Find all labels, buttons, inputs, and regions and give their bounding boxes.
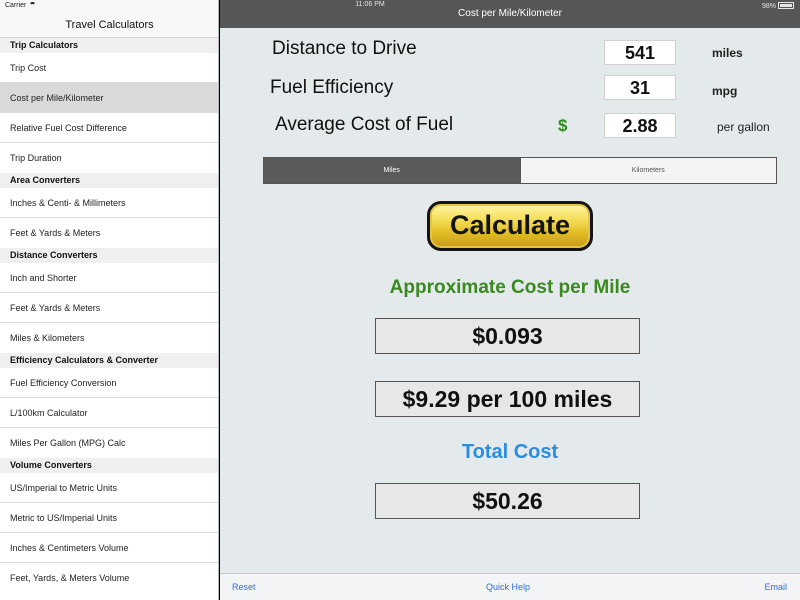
fuel-cost-unit: per gallon [717, 120, 770, 134]
carrier-label: Carrier [5, 1, 37, 11]
section-header-area: Area Converters [0, 173, 218, 188]
sidebar-item-us-to-metric[interactable]: US/Imperial to Metric Units [0, 473, 218, 503]
sidebar-item-relative-fuel-cost[interactable]: Relative Fuel Cost Difference [0, 113, 218, 143]
reset-button[interactable]: Reset [232, 582, 256, 592]
section-header-volume: Volume Converters [0, 458, 218, 473]
total-cost-heading: Total Cost [461, 441, 559, 463]
sidebar-item-feet-volume[interactable]: Feet, Yards, & Meters Volume [0, 563, 218, 593]
section-header-distance: Distance Converters [0, 248, 218, 263]
sidebar-item-area-feet[interactable]: Feet & Yards & Meters [0, 218, 218, 248]
efficiency-label: Fuel Efficiency [270, 77, 394, 98]
status-time: 11:06 PM [355, 1, 385, 8]
sidebar-item-trip-duration[interactable]: Trip Duration [0, 143, 218, 173]
cost-per-mile-heading: Approximate Cost per Mile [389, 277, 631, 298]
quick-help-button[interactable]: Quick Help [486, 582, 530, 592]
cost-per-100-result: $9.29 per 100 miles [375, 381, 640, 417]
segment-miles[interactable]: Miles [264, 158, 520, 183]
segment-kilometers[interactable]: Kilometers [519, 158, 776, 183]
wifi-icon [29, 2, 37, 7]
calculate-button[interactable]: Calculate [427, 201, 593, 251]
currency-symbol: $ [558, 116, 568, 135]
units-segmented-control: Miles Kilometers [263, 157, 777, 184]
section-header-efficiency: Efficiency Calculators & Converter [0, 353, 218, 368]
total-cost-result: $50.26 [375, 483, 640, 519]
sidebar-item-fuel-efficiency[interactable]: Fuel Efficiency Conversion [0, 368, 218, 398]
distance-unit: miles [712, 46, 743, 60]
fuel-cost-label: Average Cost of Fuel [275, 114, 454, 135]
efficiency-input[interactable]: 31 [604, 75, 676, 100]
distance-label: Distance to Drive [272, 38, 417, 59]
section-header-trip: Trip Calculators [0, 38, 218, 53]
bottom-toolbar: Reset Quick Help Email [220, 573, 800, 600]
sidebar-item-cost-per-mile[interactable]: Cost per Mile/Kilometer [0, 83, 218, 113]
sidebar-item-mpg-calc[interactable]: Miles Per Gallon (MPG) Calc [0, 428, 218, 458]
fuel-cost-input[interactable]: 2.88 [604, 113, 676, 138]
sidebar-item-inch-shorter[interactable]: Inch and Shorter [0, 263, 218, 293]
sidebar-item-distance-feet[interactable]: Feet & Yards & Meters [0, 293, 218, 323]
sidebar-item-miles-km[interactable]: Miles & Kilometers [0, 323, 218, 353]
nav-bar: 11:06 PM 98% Cost per Mile/Kilometer [220, 0, 800, 28]
page-title: Cost per Mile/Kilometer [458, 8, 562, 19]
sidebar-item-metric-to-us[interactable]: Metric to US/Imperial Units [0, 503, 218, 533]
sidebar: Carrier Travel Calculators Trip Calculat… [0, 0, 219, 600]
distance-input[interactable]: 541 [604, 40, 676, 65]
sidebar-list: Trip Calculators Trip Cost Cost per Mile… [0, 38, 218, 593]
cost-per-mile-result: $0.093 [375, 318, 640, 354]
sidebar-status-bar: Carrier [0, 0, 218, 12]
efficiency-unit: mpg [712, 84, 738, 98]
email-button[interactable]: Email [764, 582, 787, 592]
main-panel: 11:06 PM 98% Cost per Mile/Kilometer Dis… [220, 0, 800, 600]
sidebar-item-l100km[interactable]: L/100km Calculator [0, 398, 218, 428]
sidebar-item-trip-cost[interactable]: Trip Cost [0, 53, 218, 83]
sidebar-item-inches-volume[interactable]: Inches & Centimeters Volume [0, 533, 218, 563]
sidebar-title: Travel Calculators [0, 12, 218, 38]
sidebar-item-area-inches[interactable]: Inches & Centi- & Millimeters [0, 188, 218, 218]
